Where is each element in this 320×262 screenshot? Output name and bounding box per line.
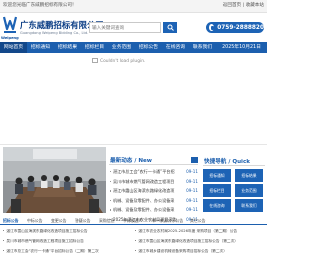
list-item[interactable]: 湛江市总工会“农行一卡通”平台招标公告（二期）第二次: [3, 249, 131, 254]
tab-qa[interactable]: 答疑公告: [75, 217, 91, 225]
news-item[interactable]: 湛江市霞山区海滨东路绿化改造项 09-11: [109, 187, 198, 197]
search-icon: [167, 24, 174, 31]
meeting-photo[interactable]: [3, 147, 106, 213]
list-item-text[interactable]: 湛江市霞山区海滨东路绿化改造项目施工招标公告: [6, 229, 87, 233]
news-item-title[interactable]: 湛江市霞山区海滨东路绿化改造项: [113, 188, 183, 194]
quick-btn-notice[interactable]: 招标通知: [203, 169, 231, 182]
quick-btn-columns[interactable]: 招标栏目: [203, 184, 231, 197]
tab-other[interactable]: 其它公告: [190, 217, 206, 225]
nav-item-contact[interactable]: 联系我们: [189, 42, 216, 53]
news-item-title[interactable]: 湛江市总工会“农行一卡通”平台招: [113, 169, 183, 175]
nav-item-columns[interactable]: 招标栏目: [81, 42, 108, 53]
quick-nav: 快捷导航 / Quick 招标通知 招标结果 招标栏目 业务范围 在线咨询 联系…: [203, 147, 265, 213]
news-item-title[interactable]: 机械、设备及零配件、办公设备采: [113, 198, 183, 204]
nav-item-home[interactable]: 网站首页: [0, 42, 27, 53]
company-logo-icon[interactable]: [3, 15, 17, 35]
news-item-date: 09-11: [186, 178, 198, 184]
tab-bidding[interactable]: 招标公告: [3, 217, 19, 225]
banner-area: Couldn't load plugin.: [0, 53, 267, 145]
news-section: 最新动态 / New 湛江市总工会“农行一卡通”平台招 09-11 吴川市城市燃气…: [109, 147, 198, 222]
bullet-icon: [110, 180, 112, 182]
news-item-date: 09-11: [186, 207, 198, 213]
nav-item-notice[interactable]: 招标通知: [27, 42, 54, 53]
search-input[interactable]: [92, 25, 148, 31]
list-item-text[interactable]: 湛江市总工会“农行一卡通”平台招标公告（二期）第二次: [6, 249, 98, 253]
nav-date: 2025年10月21日: [222, 45, 261, 50]
news-item[interactable]: 湛江市总工会“农行一卡通”平台招 09-11: [109, 168, 198, 178]
plugin-error: Couldn't load plugin.: [92, 58, 145, 64]
tab-single-source[interactable]: 单一来源公示公告: [152, 217, 183, 225]
bullet-icon: [110, 209, 112, 211]
news-item[interactable]: 机械、设备及零配件、办公设备采 09-11: [109, 206, 198, 216]
nav-item-consult[interactable]: 在线咨询: [162, 42, 189, 53]
logo-subtext: Weipeng: [1, 36, 19, 40]
quick-btn-business[interactable]: 业务范围: [235, 184, 263, 197]
news-item-title[interactable]: 吴川市城市燃气管网改造工程项目: [113, 179, 183, 185]
tab-winning[interactable]: 中标公告: [27, 217, 43, 225]
bullet-icon: [135, 249, 137, 251]
quick-btn-contact[interactable]: 联系我们: [235, 199, 263, 212]
phone-icon: [209, 24, 215, 31]
meeting-photo-image: [3, 147, 106, 213]
news-item-title[interactable]: 机械、设备及零配件、办公设备采: [113, 207, 183, 213]
plugin-error-text: Couldn't load plugin.: [100, 59, 146, 64]
list-item-text[interactable]: 吴川市城市燃气管网改造工程项目施工招标公告: [6, 239, 83, 243]
phone-hotline: 0759-2888820: [206, 22, 264, 33]
bullet-icon: [3, 229, 5, 231]
news-header: 最新动态 / New: [109, 156, 198, 165]
news-item[interactable]: 吴川市城市燃气管网改造工程项目 09-11: [109, 178, 198, 188]
search-box: [89, 22, 161, 33]
welcome-text: 欢迎您光临广东威鹏招标有限公司！: [3, 3, 77, 8]
news-item-date: 09-11: [186, 169, 198, 174]
bullet-icon: [3, 239, 5, 241]
nav-item-announcements[interactable]: 招标公告: [135, 42, 162, 53]
news-item-date: 09-11: [186, 188, 198, 194]
bullet-icon: [3, 249, 5, 251]
list-item-text[interactable]: 湛江市农业农村局2025-2026年度 采购项目（第二期）公告: [138, 229, 237, 233]
divider: [203, 165, 265, 166]
main-nav: 网站首页 招标通知 招标结果 招标栏目 业务范围 招标公告 在线咨询 联系我们 …: [0, 42, 267, 53]
bullet-icon: [135, 229, 137, 231]
list-item[interactable]: 湛江市霞山区海滨东路绿化改造项目施工招标公告: [3, 229, 131, 234]
nav-item-results[interactable]: 招标结果: [54, 42, 81, 53]
list-item[interactable]: 湛江市农业农村局2025-2026年度 采购项目（第二期）公告: [135, 229, 265, 234]
phone-number: 0759-2888820: [217, 24, 264, 31]
bullet-icon: [110, 171, 112, 173]
search-button[interactable]: [163, 22, 177, 33]
site-header: Weipeng 广东威鹏招标有限公司 Guangdong Weipeng Bid…: [0, 13, 267, 42]
list-item[interactable]: 湛江市城乡建设机械设备采购项目招标公告（第二次）: [135, 249, 265, 254]
quick-nav-title: 快捷导航 / Quick: [204, 159, 251, 165]
company-name-en: Guangdong Weipeng Bidding Co., Ltd.: [20, 31, 89, 35]
tab-change[interactable]: 变更公告: [51, 217, 67, 225]
quick-btn-results[interactable]: 招标结果: [235, 169, 263, 182]
announcement-tabs: 招标公告 中标公告 变更公告 答疑公告 采购信息 中标候选人 单一来源公示公告 …: [0, 217, 267, 225]
tab-candidates[interactable]: 中标候选人: [123, 217, 142, 225]
news-item-date: 09-11: [186, 197, 198, 203]
bullet-icon: [135, 239, 137, 241]
list-item[interactable]: 吴川市城市燃气管网改造工程项目施工招标公告: [3, 239, 131, 244]
news-item[interactable]: 机械、设备及零配件、办公设备采 09-11: [109, 197, 198, 207]
top-bar: 欢迎您光临广东威鹏招标有限公司！ 返回首页 | 收藏本站: [0, 0, 267, 13]
top-links[interactable]: 返回首页 | 收藏本站: [223, 2, 264, 8]
list-item[interactable]: 湛江市霞山区海滨东路绿化改造项目施工招标公告（第二次）: [135, 239, 265, 244]
list-item-text[interactable]: 湛江市城乡建设机械设备采购项目招标公告（第二次）: [138, 249, 227, 253]
nav-item-business[interactable]: 业务范围: [108, 42, 135, 53]
tab-procurement[interactable]: 采购信息: [99, 217, 115, 225]
broken-plugin-icon: [92, 58, 98, 63]
bullet-icon: [110, 199, 112, 202]
news-title: 最新动态 / New: [110, 158, 152, 164]
quick-btn-consult[interactable]: 在线咨询: [203, 199, 231, 212]
more-icon[interactable]: [191, 157, 198, 163]
bullet-icon: [110, 190, 112, 192]
list-item-text[interactable]: 湛江市霞山区海滨东路绿化改造项目施工招标公告（第二次）: [138, 239, 238, 243]
